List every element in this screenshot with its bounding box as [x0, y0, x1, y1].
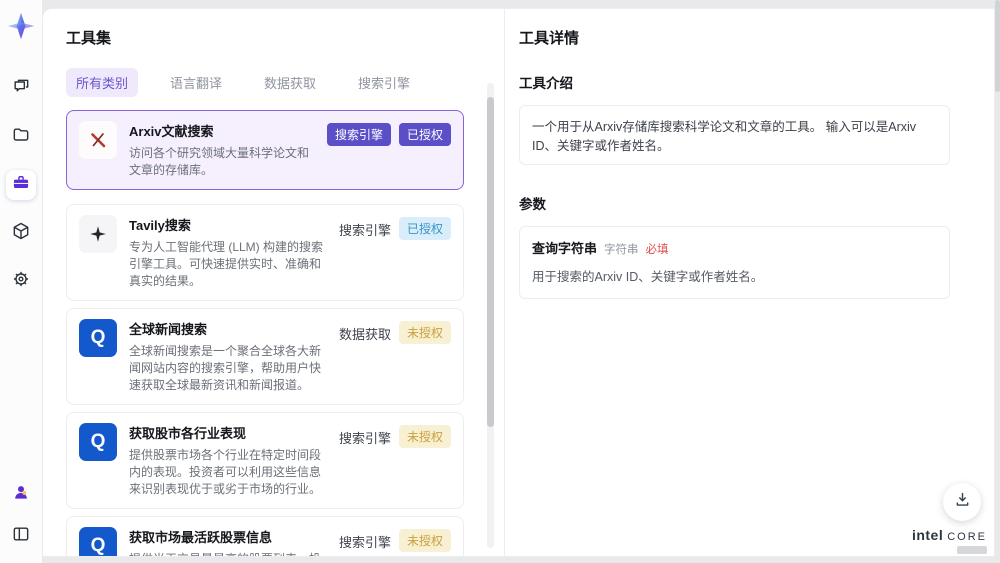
app-logo-sparkle-icon — [7, 12, 35, 40]
tool-intro-text: 一个用于从Arxiv存储库搜索科学论文和文章的工具。 输入可以是Arxiv ID… — [519, 105, 950, 165]
q-logo-icon: Q — [79, 319, 117, 357]
tool-name: Arxiv文献搜索 — [129, 124, 214, 139]
intel-core-logo: intel CORE — [912, 527, 987, 554]
tool-card-tavily[interactable]: Tavily搜索 专为人工智能代理 (LLM) 构建的搜索引擎工具。可快速提供实… — [66, 204, 464, 301]
tool-name: 获取市场最活跃股票信息 — [129, 530, 273, 545]
tool-card-body: 获取市场最活跃股票信息 提供当天交易量最高的股票列表，投资者可以利用这些信息来识… — [129, 527, 327, 556]
tool-description: 专为人工智能代理 (LLM) 构建的搜索引擎工具。可快速提供实时、准确和真实的结… — [129, 240, 324, 288]
category-label: 数据获取 — [338, 327, 391, 342]
main-window: 工具集 所有类别 语言翻译 数据获取 搜索引擎 Arxiv文献搜索 访问各个研究… — [42, 8, 995, 557]
tool-card-most-active-stocks[interactable]: Q 获取市场最活跃股票信息 提供当天交易量最高的股票列表，投资者可以利用这些信息… — [66, 516, 464, 556]
brand-sub-badge — [957, 546, 987, 554]
tool-card-body: Tavily搜索 专为人工智能代理 (LLM) 构建的搜索引擎工具。可快速提供实… — [129, 215, 327, 290]
tool-card-arxiv[interactable]: Arxiv文献搜索 访问各个研究领域大量科学论文和文章的存储库。 搜索引擎 已授… — [66, 110, 464, 190]
tool-card-meta: 搜索引擎 已授权 — [326, 121, 451, 179]
q-logo-icon: Q — [79, 423, 117, 461]
sidebar-item-tools[interactable] — [6, 170, 36, 200]
tool-card-sector-performance[interactable]: Q 获取股市各行业表现 提供股票市场各个行业在特定时间段内的表现。投资者可以利用… — [66, 412, 464, 509]
q-letter: Q — [90, 535, 106, 556]
tool-card-meta: 搜索引擎 未授权 — [338, 527, 451, 556]
auth-status-badge: 未授权 — [398, 425, 451, 448]
sidebar-item-files[interactable] — [6, 122, 36, 152]
sidebar-collapse-button[interactable] — [6, 521, 36, 551]
param-name: 查询字符串 — [532, 241, 598, 256]
intro-heading: 工具介绍 — [519, 76, 573, 91]
tool-card-body: Arxiv文献搜索 访问各个研究领域大量科学论文和文章的存储库。 — [129, 121, 315, 179]
arxiv-x-icon — [79, 121, 117, 159]
category-label: 搜索引擎 — [338, 431, 391, 446]
tool-description: 提供股票市场各个行业在特定时间段内的表现。投资者可以利用这些信息来识别表现优于或… — [129, 448, 322, 496]
tool-card-meta: 搜索引擎 未授权 — [339, 423, 451, 498]
tool-list-panel: 工具集 所有类别 语言翻译 数据获取 搜索引擎 Arxiv文献搜索 访问各个研究… — [43, 9, 505, 556]
tool-list: Arxiv文献搜索 访问各个研究领域大量科学论文和文章的存储库。 搜索引擎 已授… — [66, 110, 464, 556]
auth-status-badge: 已授权 — [398, 217, 451, 240]
param-item: 查询字符串 字符串 必填 用于搜索的Arxiv ID、关键字或作者姓名。 — [519, 226, 950, 299]
tab-search-engine[interactable]: 搜索引擎 — [348, 68, 420, 97]
page-title: 工具集 — [66, 30, 112, 47]
category-label: 搜索引擎 — [338, 535, 391, 550]
tool-description: 全球新闻搜索是一个聚合全球各大新闻网站内容的搜索引擎，帮助用户快速获取全球最新资… — [129, 344, 322, 392]
tab-data-acquisition[interactable]: 数据获取 — [254, 68, 326, 97]
auth-status-badge: 已授权 — [398, 123, 451, 146]
chat-icon — [11, 77, 31, 102]
category-badge: 搜索引擎 — [326, 123, 391, 146]
tool-description: 提供当天交易量最高的股票列表，投资者可以利用这些信息来识别流动性强的股票和潜在的… — [129, 551, 327, 556]
gear-icon — [11, 269, 31, 294]
tool-detail-panel: 工具详情 工具介绍 一个用于从Arxiv存储库搜索科学论文和文章的工具。 输入可… — [505, 9, 994, 556]
tool-card-body: 获取股市各行业表现 提供股票市场各个行业在特定时间段内的表现。投资者可以利用这些… — [129, 423, 327, 498]
auth-status-badge: 未授权 — [398, 529, 451, 552]
tool-name: 获取股市各行业表现 — [129, 426, 247, 441]
sidebar-item-chat[interactable] — [6, 74, 36, 104]
sidebar-item-settings[interactable] — [6, 266, 36, 296]
auth-status-badge: 未授权 — [398, 321, 451, 344]
q-letter: Q — [90, 431, 106, 452]
tool-card-body: 全球新闻搜索 全球新闻搜索是一个聚合全球各大新闻网站内容的搜索引擎，帮助用户快速… — [129, 319, 327, 394]
tool-card-global-news[interactable]: Q 全球新闻搜索 全球新闻搜索是一个聚合全球各大新闻网站内容的搜索引擎，帮助用户… — [66, 308, 464, 405]
tool-card-meta: 数据获取 未授权 — [339, 319, 451, 394]
tool-name: 全球新闻搜索 — [129, 322, 208, 337]
sidebar — [0, 0, 42, 563]
tavily-star-icon — [79, 215, 117, 253]
brand-primary-text: intel — [911, 527, 944, 543]
tool-card-meta: 搜索引擎 已授权 — [339, 215, 451, 290]
params-heading: 参数 — [519, 197, 546, 212]
param-description: 用于搜索的Arxiv ID、关键字或作者姓名。 — [532, 270, 764, 284]
sidebar-item-account[interactable] — [6, 479, 36, 509]
q-logo-icon: Q — [79, 527, 117, 556]
tool-name: Tavily搜索 — [129, 218, 191, 233]
q-letter: Q — [90, 327, 106, 348]
page-scrollbar-thumb[interactable] — [995, 0, 1000, 92]
list-scrollbar-thumb[interactable] — [487, 97, 494, 427]
tab-all-categories[interactable]: 所有类别 — [66, 68, 139, 97]
tab-language-translation[interactable]: 语言翻译 — [160, 68, 232, 97]
sidebar-item-packages[interactable] — [6, 218, 36, 248]
category-label: 搜索引擎 — [338, 223, 391, 238]
folder-icon — [11, 125, 31, 150]
panel-toggle-icon — [11, 524, 31, 549]
param-header: 查询字符串 字符串 必填 — [532, 238, 937, 257]
param-type: 字符串 — [604, 244, 639, 256]
category-tabs: 所有类别 语言翻译 数据获取 搜索引擎 — [66, 68, 464, 97]
user-icon — [11, 482, 31, 507]
detail-title: 工具详情 — [519, 30, 580, 47]
briefcase-icon — [11, 173, 31, 198]
cube-icon — [11, 221, 31, 246]
download-button[interactable] — [943, 483, 981, 521]
param-required-flag: 必填 — [645, 244, 669, 256]
brand-secondary-text: CORE — [947, 531, 987, 543]
tool-description: 访问各个研究领域大量科学论文和文章的存储库。 — [129, 146, 310, 177]
list-scrollbar-track[interactable] — [487, 83, 494, 548]
download-icon — [953, 490, 972, 514]
